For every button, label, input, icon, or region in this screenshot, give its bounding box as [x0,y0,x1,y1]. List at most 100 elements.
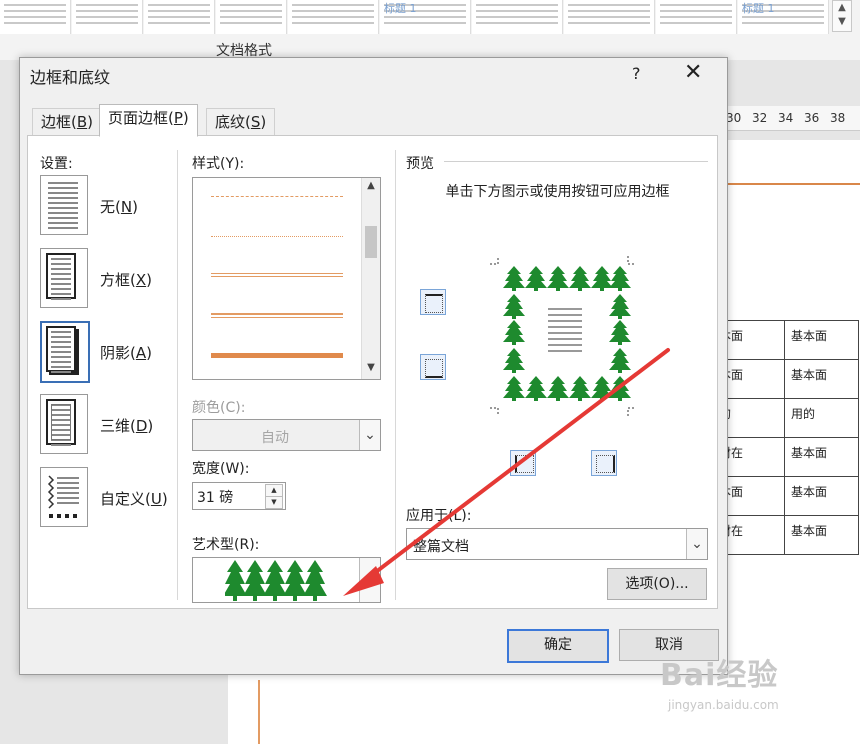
tab-label-tail: ) [87,113,94,131]
setting-shadow-icon[interactable] [40,321,90,383]
setting-3d-icon[interactable] [40,394,88,454]
table-cell[interactable]: 基本面 [784,476,859,516]
options-button[interactable]: 选项(O)... [607,568,707,600]
ribbon-heading-label: 标题 1 [384,2,417,15]
setting-label-text: 自定义( [100,490,151,508]
setting-label-tail: ) [146,271,152,289]
tab-accelerator: P [173,109,183,127]
setting-box-icon[interactable] [40,248,88,308]
help-button[interactable]: ? [632,64,641,83]
line-style-list[interactable]: ▲ ▼ [192,177,381,380]
setting-label-text: 方框( [100,271,136,289]
preview-heading: 预览 [406,156,434,172]
watermark-brand-2: 经验 [716,658,779,693]
line-style-option[interactable] [211,236,343,237]
tab-borders[interactable]: 边框(B) [32,108,103,135]
setting-label-tail: ) [146,344,152,362]
settings-heading: 设置: [40,156,73,172]
tab-label-tail: ) [182,109,189,127]
style-thumb[interactable] [0,0,71,34]
setting-box-label[interactable]: 方框(X) [100,269,152,290]
scroll-up-icon[interactable]: ▲ [364,180,378,191]
line-style-option[interactable] [211,273,343,277]
style-thumb[interactable] [144,0,215,34]
ruler-tick: 36 [804,111,820,125]
style-list-scrollbar[interactable]: ▲ ▼ [361,178,380,379]
setting-accelerator: D [135,417,148,435]
setting-3d-label[interactable]: 三维(D) [100,415,153,436]
bottom-border-button[interactable] [420,354,446,380]
setting-label-tail: ) [147,417,154,435]
page-preview[interactable] [490,256,636,416]
column-divider [395,150,396,600]
table-cell[interactable]: 基本面 [784,320,859,360]
chevron-down-icon[interactable]: ⌄ [359,558,380,602]
tab-label-tail: ) [260,113,267,131]
ruler-tick: 30 [726,111,742,125]
borders-and-shading-dialog: 边框和底纹 ? ✕ 边框(B) 页面边框(P) 底纹(S) 设置: 无(N) 方… [19,57,728,675]
preview-hint: 单击下方图示或使用按钮可应用边框 [445,184,670,200]
color-value: 自动 [261,430,289,446]
scroll-down-icon[interactable]: ▼ [364,362,378,373]
setting-none-label[interactable]: 无(N) [100,196,138,217]
line-style-option[interactable] [211,353,343,358]
tab-shading[interactable]: 底纹(S) [206,108,276,135]
table-cell[interactable]: 基本面 [784,515,859,555]
column-divider [177,150,178,600]
chevron-down-icon[interactable]: ⌄ [359,420,380,450]
watermark: Bai经验 jingyan.baidu.com [660,650,779,713]
color-dropdown[interactable]: 自动 ⌄ [192,419,381,451]
style-thumb[interactable] [472,0,563,34]
setting-custom-label[interactable]: 自定义(U) [100,488,168,509]
width-value: 31 磅 [197,490,234,506]
apply-to-dropdown[interactable]: 整篇文档 ⌄ [406,528,708,560]
left-border-button[interactable] [510,450,536,476]
setting-custom-icon[interactable] [40,467,88,527]
apply-to-value: 整篇文档 [413,539,469,555]
setting-label-text: 无( [100,198,121,216]
tab-label: 底纹( [215,113,251,131]
style-thumb[interactable] [656,0,737,34]
spin-down-icon[interactable]: ▼ [265,496,283,509]
table-cell[interactable]: 用的 [784,398,859,438]
tab-label: 页面边框( [108,109,174,127]
page-border-line [258,680,260,744]
setting-accelerator: U [150,490,162,508]
setting-shadow-label[interactable]: 阴影(A) [100,342,152,363]
setting-accelerator: X [135,271,147,289]
setting-none-icon[interactable] [40,175,88,235]
tree-icon [225,560,327,601]
style-thumb[interactable] [216,0,287,34]
ok-button[interactable]: 确定 [507,629,609,663]
setting-label-tail: ) [161,490,168,508]
tab-label: 边框( [41,113,77,131]
setting-accelerator: A [135,344,147,362]
art-border-dropdown[interactable]: ⌄ [192,557,381,603]
close-button[interactable]: ✕ [684,60,702,85]
line-style-option[interactable] [211,196,343,197]
right-border-button[interactable] [591,450,617,476]
table-cell[interactable]: 基本面 [784,437,859,477]
apply-to-label: 应用于(L): [406,508,472,524]
tab-accelerator: S [250,113,261,131]
scroll-thumb[interactable] [365,226,377,258]
table-cell[interactable]: 基本面 [784,359,859,399]
tab-page-border[interactable]: 页面边框(P) [99,104,198,137]
setting-label-text: 三维( [100,417,136,435]
setting-label-tail: ) [132,198,138,216]
line-style-option[interactable] [211,313,343,318]
gallery-scroll-icon[interactable]: ▲ ▼ [832,0,852,32]
top-border-button[interactable] [420,289,446,315]
document-page-lower[interactable] [228,672,727,744]
setting-label-text: 阴影( [100,344,136,362]
width-spinner[interactable]: 31 磅 ▲ ▼ [192,482,286,510]
style-thumb[interactable] [564,0,655,34]
color-label: 颜色(C): [192,400,246,416]
watermark-brand: Bai [660,658,717,693]
chevron-down-icon[interactable]: ⌄ [686,529,707,559]
ruler-tick: 38 [830,111,846,125]
style-thumb[interactable] [72,0,143,34]
preview-divider [444,161,708,162]
style-thumb[interactable] [288,0,379,34]
tab-accelerator: B [76,113,88,131]
